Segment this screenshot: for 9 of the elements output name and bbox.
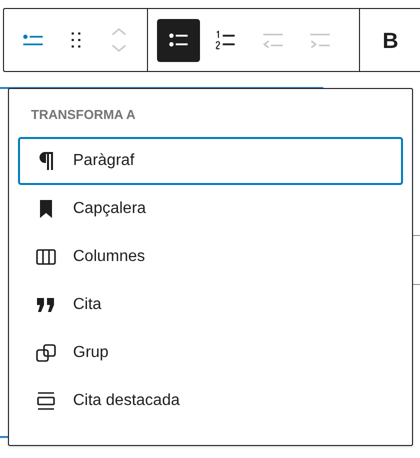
menu-item[interactable]: Capçalera xyxy=(18,184,403,232)
menu-item[interactable]: Paràgraf xyxy=(18,136,403,184)
bold-button[interactable]: B xyxy=(369,18,412,62)
menu-heading: TRANSFORMA A xyxy=(30,106,136,124)
menu-item[interactable]: Cita xyxy=(18,280,403,328)
menu-item[interactable]: Grup xyxy=(18,328,403,376)
menu-item[interactable]: Cita destacada xyxy=(18,376,403,424)
menu-item[interactable]: Columnes xyxy=(18,232,403,280)
bulleted-list-button[interactable] xyxy=(157,18,200,62)
